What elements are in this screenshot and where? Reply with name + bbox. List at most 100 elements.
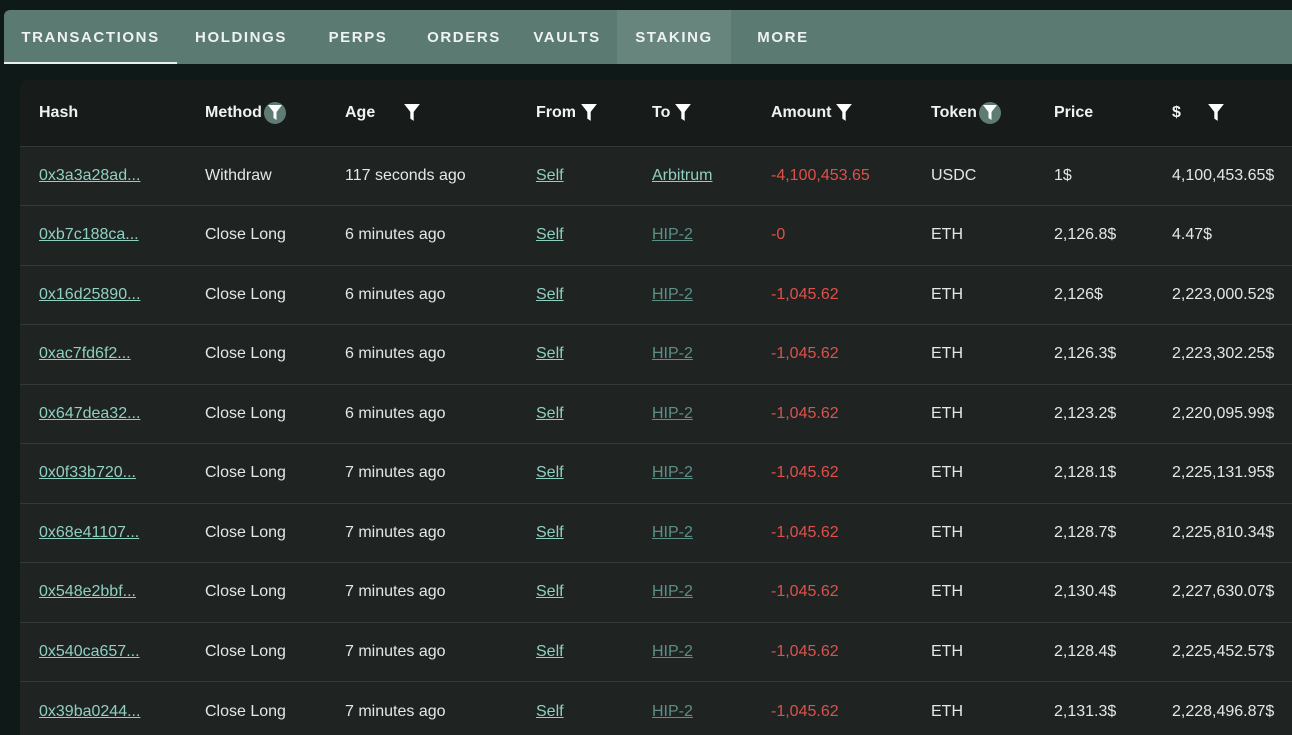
from-link[interactable]: Self xyxy=(536,286,564,303)
from-link[interactable]: Self xyxy=(536,167,564,184)
header-method-label: Method xyxy=(205,103,262,121)
hash-link[interactable]: 0xac7fd6f2... xyxy=(39,345,131,362)
table-row: 0x3a3a28ad... Withdraw 117 seconds ago S… xyxy=(20,146,1292,206)
tab-staking[interactable]: STAKING xyxy=(617,10,731,64)
hash-link[interactable]: 0x647dea32... xyxy=(39,405,140,422)
token-cell: ETH xyxy=(931,464,963,482)
from-link[interactable]: Self xyxy=(536,405,564,422)
hash-link[interactable]: 0xb7c188ca... xyxy=(39,226,139,243)
from-link[interactable]: Self xyxy=(536,226,564,243)
header-age: Age xyxy=(326,80,517,146)
tab-more[interactable]: MORE xyxy=(731,10,835,64)
filter-icon[interactable] xyxy=(401,102,423,124)
age-cell: 7 minutes ago xyxy=(345,523,446,541)
age-cell: 7 minutes ago xyxy=(345,642,446,660)
from-link[interactable]: Self xyxy=(536,524,564,541)
filter-icon[interactable] xyxy=(672,102,694,124)
usd-cell: 2,228,496.87$ xyxy=(1172,702,1275,720)
to-link[interactable]: HIP-2 xyxy=(652,345,693,362)
usd-cell: 2,227,630.07$ xyxy=(1172,583,1275,601)
tab-vaults[interactable]: VAULTS xyxy=(517,10,617,64)
age-cell: 6 minutes ago xyxy=(345,285,446,303)
token-cell: ETH xyxy=(931,642,963,660)
to-link[interactable]: Arbitrum xyxy=(652,167,712,184)
amount-cell: -1,045.62 xyxy=(771,345,839,363)
to-link[interactable]: HIP-2 xyxy=(652,643,693,660)
from-link[interactable]: Self xyxy=(536,345,564,362)
to-link[interactable]: HIP-2 xyxy=(652,583,693,600)
filter-icon[interactable] xyxy=(978,101,1001,124)
price-cell: 2,130.4$ xyxy=(1054,583,1117,601)
filter-icon[interactable] xyxy=(833,102,855,124)
token-cell: ETH xyxy=(931,285,963,303)
amount-cell: -1,045.62 xyxy=(771,642,839,660)
method-cell: Close Long xyxy=(205,583,286,601)
usd-cell: 2,223,000.52$ xyxy=(1172,285,1275,303)
header-age-label: Age xyxy=(345,103,376,121)
hash-link[interactable]: 0x3a3a28ad... xyxy=(39,167,140,184)
amount-cell: -0 xyxy=(771,226,786,244)
age-cell: 6 minutes ago xyxy=(345,404,446,422)
to-link[interactable]: HIP-2 xyxy=(652,703,693,720)
method-cell: Close Long xyxy=(205,523,286,541)
method-cell: Close Long xyxy=(205,285,286,303)
from-link[interactable]: Self xyxy=(536,643,564,660)
price-cell: 2,123.2$ xyxy=(1054,404,1117,422)
table-header-row: Hash Method Age From To Amount Token Pri… xyxy=(20,80,1292,146)
tab-transactions[interactable]: TRANSACTIONS xyxy=(4,10,177,64)
method-cell: Close Long xyxy=(205,345,286,363)
to-link[interactable]: HIP-2 xyxy=(652,464,693,481)
method-cell: Close Long xyxy=(205,464,286,482)
tab-orders[interactable]: ORDERS xyxy=(411,10,517,64)
to-link[interactable]: HIP-2 xyxy=(652,286,693,303)
filter-icon[interactable] xyxy=(263,101,286,124)
token-cell: ETH xyxy=(931,226,963,244)
header-to-label: To xyxy=(652,103,671,121)
from-link[interactable]: Self xyxy=(536,464,564,481)
from-link[interactable]: Self xyxy=(536,583,564,600)
table-row: 0x0f33b720... Close Long 7 minutes ago S… xyxy=(20,443,1292,504)
table-row: 0xac7fd6f2... Close Long 6 minutes ago S… xyxy=(20,324,1292,385)
price-cell: 2,128.1$ xyxy=(1054,464,1117,482)
token-cell: USDC xyxy=(931,166,977,184)
top-strip xyxy=(0,0,1292,10)
amount-cell: -1,045.62 xyxy=(771,404,839,422)
usd-cell: 4,100,453.65$ xyxy=(1172,166,1275,184)
hash-link[interactable]: 0x0f33b720... xyxy=(39,464,136,481)
header-price-label: Price xyxy=(1054,103,1094,121)
amount-cell: -1,045.62 xyxy=(771,523,839,541)
from-link[interactable]: Self xyxy=(536,703,564,720)
age-cell: 7 minutes ago xyxy=(345,583,446,601)
to-link[interactable]: HIP-2 xyxy=(652,524,693,541)
usd-cell: 2,220,095.99$ xyxy=(1172,404,1275,422)
token-cell: ETH xyxy=(931,345,963,363)
tab-holdings[interactable]: HOLDINGS xyxy=(177,10,305,64)
price-cell: 2,131.3$ xyxy=(1054,702,1117,720)
price-cell: 2,126.3$ xyxy=(1054,345,1117,363)
hash-link[interactable]: 0x68e41107... xyxy=(39,524,139,541)
method-cell: Close Long xyxy=(205,404,286,422)
left-gutter xyxy=(0,64,20,735)
header-hash: Hash xyxy=(20,80,186,146)
amount-cell: -1,045.62 xyxy=(771,285,839,303)
header-price: Price xyxy=(1035,80,1153,146)
tab-perps[interactable]: PERPS xyxy=(305,10,411,64)
hash-link[interactable]: 0x39ba0244... xyxy=(39,703,140,720)
hash-link[interactable]: 0x16d25890... xyxy=(39,286,140,303)
hash-link[interactable]: 0x540ca657... xyxy=(39,643,140,660)
usd-cell: 4.47$ xyxy=(1172,226,1213,244)
price-cell: 2,126.8$ xyxy=(1054,226,1117,244)
usd-cell: 2,225,131.95$ xyxy=(1172,464,1275,482)
header-amount-label: Amount xyxy=(771,103,832,121)
table-row: 0xb7c188ca... Close Long 6 minutes ago S… xyxy=(20,205,1292,266)
usd-cell: 2,225,810.34$ xyxy=(1172,523,1275,541)
to-link[interactable]: HIP-2 xyxy=(652,226,693,243)
filter-icon[interactable] xyxy=(578,102,600,124)
hash-link[interactable]: 0x548e2bbf... xyxy=(39,583,136,600)
to-link[interactable]: HIP-2 xyxy=(652,405,693,422)
method-cell: Close Long xyxy=(205,642,286,660)
filter-icon[interactable] xyxy=(1205,102,1227,124)
table-row: 0x548e2bbf... Close Long 7 minutes ago S… xyxy=(20,562,1292,623)
age-cell: 6 minutes ago xyxy=(345,226,446,244)
method-cell: Close Long xyxy=(205,702,286,720)
